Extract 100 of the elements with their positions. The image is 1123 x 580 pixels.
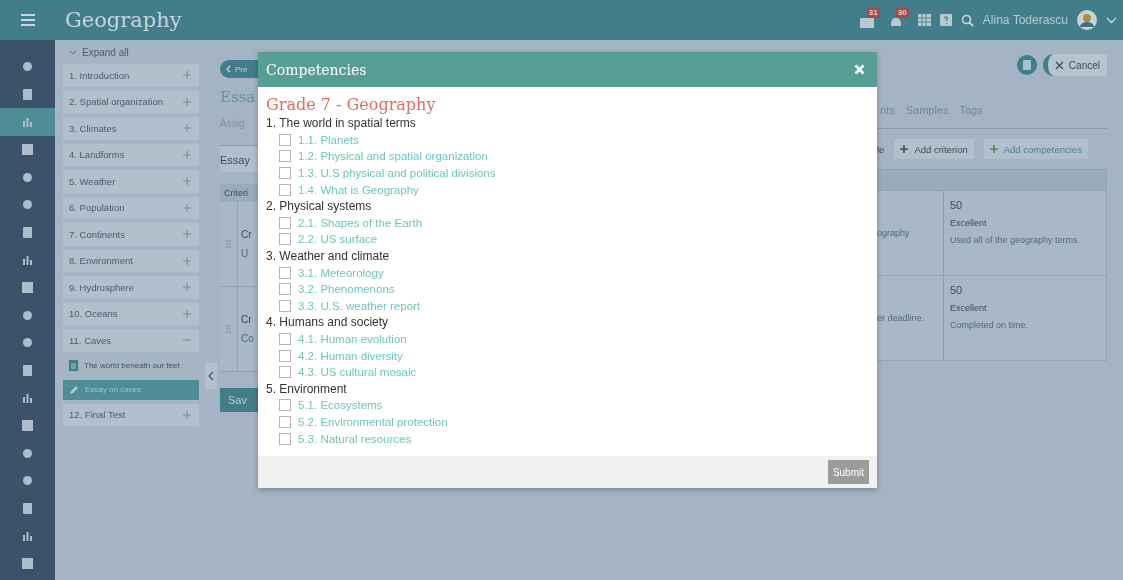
page-title: Essa — [220, 88, 256, 106]
competency-label[interactable]: 3.2. Phenomenons — [298, 283, 395, 296]
checkbox[interactable] — [279, 167, 291, 180]
plus-icon[interactable] — [183, 71, 191, 80]
competency-group: 5. Environment — [266, 380, 869, 398]
competency-label[interactable]: 5.1. Ecosystems — [298, 399, 383, 412]
checkbox[interactable] — [279, 349, 291, 362]
table-cell: er deadline. — [877, 313, 925, 323]
unit-label: 6. Population — [69, 202, 125, 214]
unit-item[interactable]: 1. Introduction — [63, 64, 199, 87]
checkbox[interactable] — [279, 416, 291, 428]
competency-label[interactable]: 5.2. Environmental protection — [298, 416, 448, 428]
unit-item[interactable]: 3. Climates — [63, 117, 199, 140]
competency-label[interactable]: 4.2. Human diversity — [298, 349, 403, 362]
dialog-heading: Grade 7 - Geography — [266, 95, 437, 115]
level-name: Excellent — [950, 303, 988, 313]
drag-handle-icon[interactable] — [226, 240, 231, 248]
checkbox[interactable] — [279, 333, 291, 345]
competency-label[interactable]: 1.2. Physical and spatial organization — [298, 150, 488, 163]
checkbox[interactable] — [279, 266, 291, 279]
plus-icon — [900, 145, 909, 153]
chevron-left-icon — [208, 371, 214, 381]
pencil-icon — [69, 384, 79, 395]
competency-label[interactable]: 1.4. What is Geography — [298, 183, 419, 196]
search-icon[interactable] — [960, 13, 974, 27]
plus-icon[interactable] — [183, 230, 191, 239]
unit-item[interactable]: 12. Final Test — [63, 403, 199, 426]
unit-item[interactable]: 5. Weather — [63, 170, 199, 193]
plus-icon[interactable] — [183, 283, 191, 292]
checkbox[interactable] — [279, 150, 291, 163]
unit-label: 9. Hydrosphere — [69, 281, 134, 293]
help-icon[interactable] — [939, 14, 952, 26]
close-icon[interactable] — [854, 64, 865, 75]
previous-button[interactable]: Pre — [220, 60, 258, 78]
unit-item[interactable]: 9. Hydrosphere — [63, 276, 199, 299]
plus-icon[interactable] — [183, 203, 191, 212]
competency-group: 1. The world in spatial terms — [266, 115, 869, 132]
competency-label[interactable]: 2.2. US surface — [298, 233, 378, 246]
unit-item[interactable]: 4. Landforms — [63, 143, 199, 166]
criterion-note: U — [241, 248, 250, 259]
unit-item[interactable]: 11. Caves — [63, 329, 199, 352]
plus-icon[interactable] — [183, 124, 191, 133]
envelope-icon[interactable] — [859, 15, 876, 29]
competency-label[interactable]: 5.3. Natural resources — [298, 432, 412, 445]
competency-label[interactable]: 4.1. Human evolution — [298, 333, 407, 345]
expand-all-link[interactable]: Expand all — [63, 44, 199, 60]
checkbox[interactable] — [279, 283, 291, 296]
plus-icon[interactable] — [183, 309, 191, 318]
checkbox[interactable] — [279, 233, 291, 246]
avatar-icon[interactable] — [1077, 10, 1097, 30]
user-name[interactable]: Alina Toderascu — [982, 13, 1068, 27]
checkbox[interactable] — [279, 299, 291, 312]
unit-item[interactable]: 2. Spatial organization — [63, 90, 199, 113]
plus-icon[interactable] — [183, 97, 191, 106]
plus-icon[interactable] — [183, 150, 191, 159]
unit-label: 5. Weather — [69, 175, 116, 187]
checkbox[interactable] — [279, 366, 291, 379]
plus-icon[interactable] — [183, 256, 191, 265]
unit-label: 3. Climates — [69, 122, 117, 134]
unit-item[interactable]: 8. Environment — [63, 249, 199, 272]
criterion-name: Cr — [241, 229, 252, 240]
table-header: Criteri — [220, 184, 258, 202]
collapse-sidebar-button[interactable] — [205, 363, 217, 389]
unit-label: 1. Introduction — [69, 69, 130, 81]
cancel-button[interactable]: Cancel — [1042, 54, 1107, 76]
plus-icon[interactable] — [183, 177, 191, 186]
competency-label[interactable]: 3.3. U.S. weather report — [298, 299, 421, 312]
lesson-item[interactable]: The world beneath our feet — [63, 355, 199, 376]
save-button[interactable]: Sav — [220, 388, 258, 412]
criterion-note: Co — [241, 333, 254, 344]
unit-item[interactable]: 6. Population — [63, 196, 199, 219]
competency-group: 2. Physical systems — [266, 197, 869, 215]
lesson-item[interactable]: Essay on caves — [63, 379, 199, 400]
unit-label: 8. Environment — [69, 255, 133, 267]
checkbox[interactable] — [279, 216, 291, 229]
checkbox[interactable] — [279, 183, 291, 196]
unit-item[interactable]: 7. Continents — [63, 223, 199, 246]
checkbox[interactable] — [279, 133, 291, 146]
chevron-left-icon — [226, 65, 231, 73]
drag-handle-icon[interactable] — [226, 325, 231, 333]
rubric-dropdown[interactable]: Essay — [220, 145, 258, 172]
plus-icon[interactable] — [183, 410, 191, 419]
add-competencies-button[interactable]: Add competencies — [983, 139, 1088, 159]
competency-label[interactable]: 1.1. Planets — [298, 133, 359, 146]
competency-label[interactable]: 4.3. US cultural mosaic — [298, 366, 417, 379]
competency-label[interactable]: 1.3. U.S physical and political divisions — [298, 167, 496, 180]
chevron-down-icon[interactable] — [1106, 16, 1117, 24]
add-criterion-button[interactable]: Add criterion — [894, 139, 974, 159]
bell-icon[interactable] — [888, 15, 903, 29]
checkbox[interactable] — [279, 432, 291, 445]
unit-item[interactable]: 10. Oceans — [63, 302, 199, 325]
checkbox[interactable] — [279, 399, 291, 412]
dialog-title: Competencies — [266, 61, 367, 78]
unit-label: 4. Landforms — [69, 149, 125, 161]
points-value: 50 — [950, 199, 964, 211]
save-icon[interactable] — [1016, 55, 1037, 75]
competency-label[interactable]: 2.1. Shapes of the Earth — [298, 216, 423, 229]
unit-label: 11. Caves — [69, 334, 112, 346]
competency-label[interactable]: 3.1. Meteorology — [298, 266, 384, 279]
unit-label: 10. Oceans — [69, 308, 118, 320]
